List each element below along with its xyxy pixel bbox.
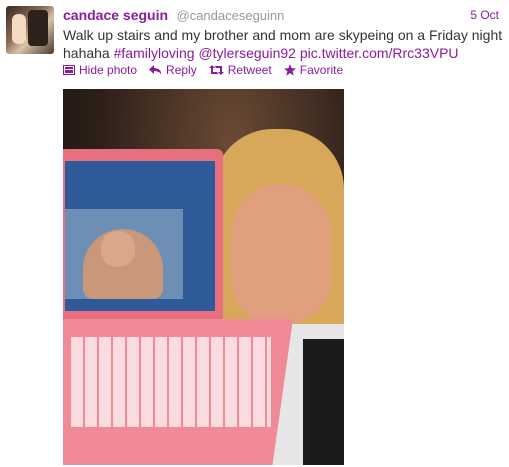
tweet-date[interactable]: 5 Oct: [470, 8, 499, 22]
hide-photo-label: Hide photo: [79, 63, 138, 77]
tweet-header: candace seguin @candaceseguinn 5 Oct: [63, 7, 503, 25]
reply-button[interactable]: Reply: [149, 63, 197, 77]
woman-face: [231, 184, 331, 324]
avatar-figure-left: [12, 14, 26, 44]
avatar-figure-right: [28, 10, 48, 46]
favorite-button[interactable]: Favorite: [283, 63, 344, 77]
author-name[interactable]: candace seguin: [63, 7, 168, 23]
avatar[interactable]: [6, 6, 54, 54]
laptop-keys: [71, 337, 271, 427]
hashtag-link[interactable]: #familyloving: [114, 45, 195, 61]
video-call-person-head: [101, 231, 135, 267]
woman-jacket: [303, 339, 344, 465]
retweet-button[interactable]: Retweet: [208, 63, 272, 77]
tweet-photo[interactable]: [63, 89, 344, 465]
author-handle[interactable]: @candaceseguinn: [177, 8, 285, 23]
reply-icon: [149, 65, 162, 75]
tweet-actions: Hide photo Reply Retweet Favorite: [63, 63, 343, 77]
mention-link[interactable]: @tylerseguin92: [198, 45, 296, 61]
hide-photo-button[interactable]: Hide photo: [63, 63, 137, 77]
favorite-label: Favorite: [299, 63, 344, 77]
photo-icon: [63, 65, 75, 75]
retweet-label: Retweet: [227, 63, 272, 77]
reply-label: Reply: [166, 63, 197, 77]
tweet-text: Walk up stairs and my brother and mom ar…: [63, 26, 503, 62]
photo-link[interactable]: pic.twitter.com/Rrc33VPU: [300, 45, 459, 61]
favorite-icon: [283, 64, 296, 76]
retweet-icon: [208, 65, 224, 75]
